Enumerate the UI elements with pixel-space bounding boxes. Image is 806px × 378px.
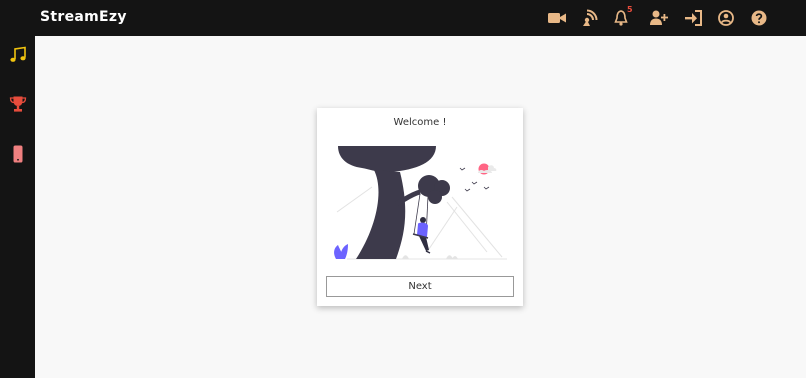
- left-sidebar: [0, 36, 35, 378]
- trophy-icon[interactable]: [9, 95, 27, 113]
- mobile-phone-icon[interactable]: [9, 145, 27, 163]
- bell-icon[interactable]: 5: [614, 5, 634, 27]
- video-camera-icon[interactable]: [547, 9, 567, 27]
- notification-count-badge: 5: [627, 5, 633, 14]
- user-circle-icon[interactable]: [716, 9, 736, 27]
- next-button[interactable]: Next: [326, 276, 514, 297]
- welcome-card: Welcome ! Next: [317, 108, 523, 306]
- top-icon-bar: 5: [0, 0, 806, 36]
- welcome-title: Welcome !: [393, 117, 447, 128]
- top-navbar: StreamEzy 5: [0, 0, 806, 36]
- broadcast-icon[interactable]: [580, 9, 600, 27]
- music-icon[interactable]: [9, 46, 27, 64]
- add-user-icon[interactable]: [649, 9, 669, 27]
- sign-in-icon[interactable]: [684, 9, 704, 27]
- help-icon[interactable]: [749, 9, 769, 27]
- swing-illustration: [332, 142, 512, 262]
